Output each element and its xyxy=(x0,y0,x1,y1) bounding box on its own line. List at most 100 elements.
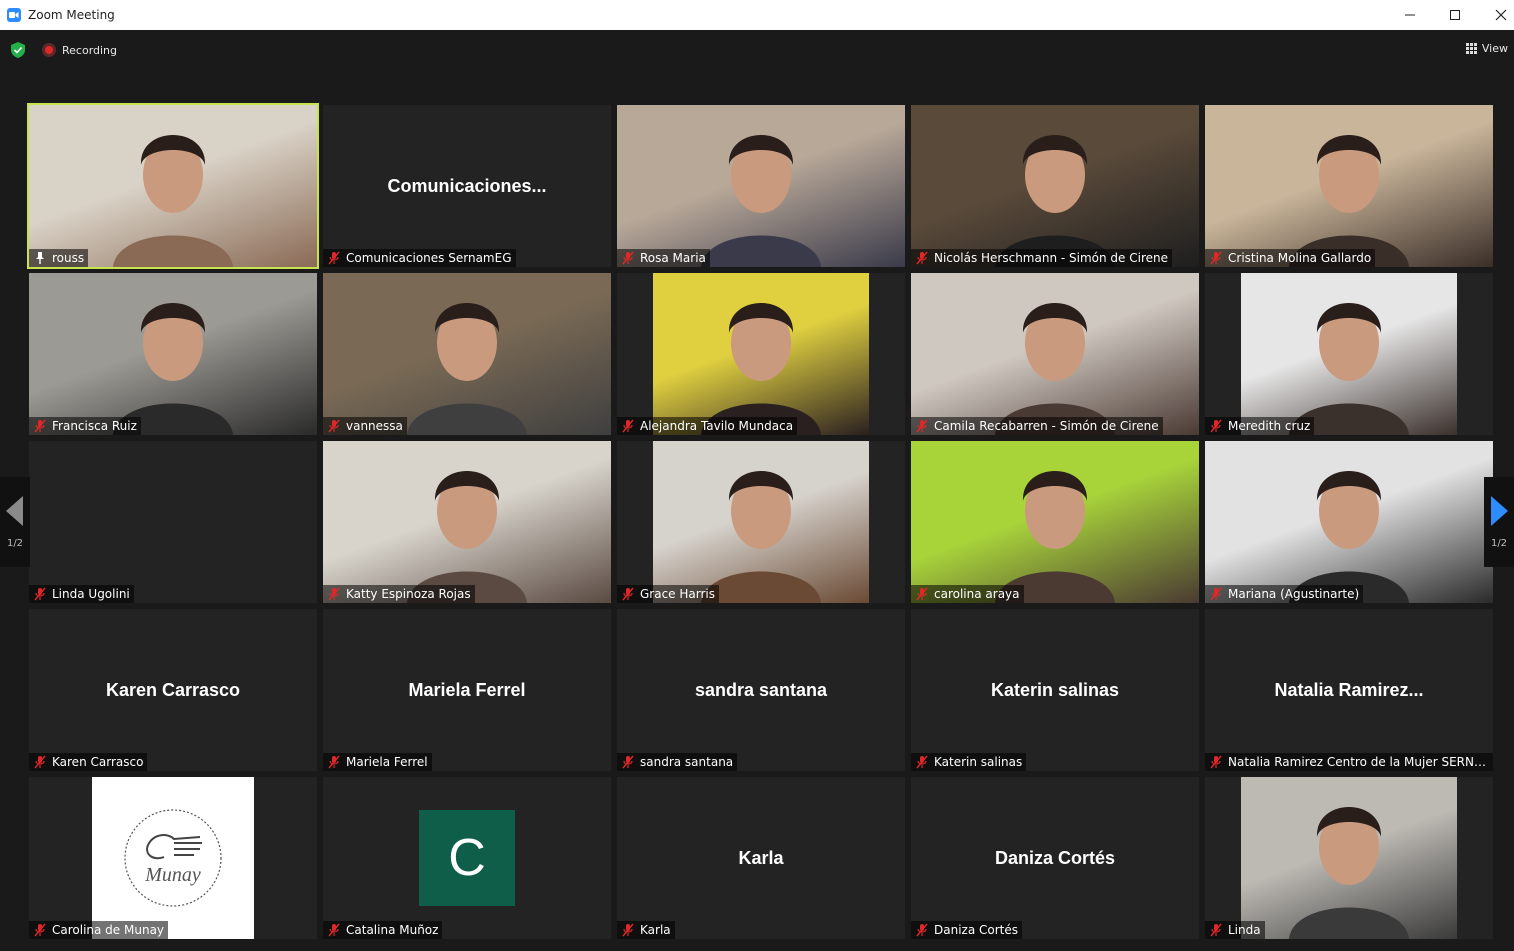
participant-name-tag: Karla xyxy=(617,921,675,939)
recording-icon xyxy=(42,43,56,57)
video-feed xyxy=(911,273,1199,435)
participant-name: Carolina de Munay xyxy=(52,923,165,937)
mic-muted-icon xyxy=(622,251,634,265)
participant-tile[interactable]: Katty Espinoza Rojas xyxy=(323,441,611,603)
chevron-right-icon xyxy=(1491,495,1508,526)
participant-name-tag: Carolina de Munay xyxy=(29,921,169,939)
mic-muted-icon xyxy=(1210,251,1222,265)
participant-tile[interactable]: Comunicaciones... Comunicaciones SernamEG xyxy=(323,105,611,267)
recording-label: Recording xyxy=(62,43,118,57)
participant-name: Natalia Ramirez Centro de la Mujer SERNA… xyxy=(1228,755,1489,769)
mic-muted-icon xyxy=(916,755,928,769)
maximize-button[interactable] xyxy=(1432,0,1478,30)
participant-name: sandra santana xyxy=(640,755,734,769)
participant-tile[interactable]: rouss xyxy=(27,103,319,269)
person-silhouette xyxy=(1289,471,1409,603)
mic-muted-icon xyxy=(1210,419,1222,433)
video-feed xyxy=(617,105,905,267)
participant-name: Camila Recabarren - Simón de Cirene xyxy=(934,419,1159,433)
participant-tile[interactable]: vannessa xyxy=(323,273,611,435)
minimize-button[interactable] xyxy=(1387,0,1433,30)
participant-tile[interactable]: Natalia Ramirez... Natalia Ramirez Centro… xyxy=(1205,609,1493,771)
participant-name-tag: Catalina Muñoz xyxy=(323,921,443,939)
participant-name-tag: Camila Recabarren - Simón de Cirene xyxy=(911,417,1163,435)
participant-tile[interactable]: Cristina Molina Gallardo xyxy=(1205,105,1493,267)
person-silhouette xyxy=(701,471,821,603)
participant-name: Linda xyxy=(1228,923,1261,937)
participant-name-tag: Mariela Ferrel xyxy=(323,753,432,771)
participant-name-tag: Linda xyxy=(1205,921,1265,939)
svg-text:Munay: Munay xyxy=(144,864,201,886)
participant-tile[interactable]: Grace Harris xyxy=(617,441,905,603)
participant-tile[interactable]: Daniza Cortés Daniza Cortés xyxy=(911,777,1199,939)
person-silhouette xyxy=(1289,135,1409,267)
close-icon xyxy=(1495,9,1507,21)
participant-name: Catalina Muñoz xyxy=(346,923,439,937)
mic-muted-icon xyxy=(1210,923,1222,937)
participant-tile[interactable]: Karla Karla xyxy=(617,777,905,939)
participant-tile[interactable]: Linda xyxy=(1205,777,1493,939)
participant-name-tag: Katerin salinas xyxy=(911,753,1027,771)
video-feed xyxy=(1241,777,1457,939)
encryption-shield-icon[interactable] xyxy=(11,42,25,62)
video-feed xyxy=(1241,273,1457,435)
video-feed xyxy=(911,105,1199,267)
participant-tile[interactable]: Meredith cruz xyxy=(1205,273,1493,435)
person-silhouette xyxy=(701,303,821,435)
grid-view-icon xyxy=(1465,43,1477,54)
next-page-button[interactable]: 1/2 xyxy=(1484,477,1514,567)
participant-name: Mariana (Agustinarte) xyxy=(1228,587,1360,601)
participant-tile[interactable]: Camila Recabarren - Simón de Cirene xyxy=(911,273,1199,435)
participant-name: carolina araya xyxy=(934,587,1020,601)
person-silhouette xyxy=(113,135,233,267)
video-feed xyxy=(1205,441,1493,603)
participant-name-tag: Daniza Cortés xyxy=(911,921,1022,939)
person-silhouette xyxy=(407,471,527,603)
participant-display-name: Mariela Ferrel xyxy=(408,679,526,700)
mic-muted-icon xyxy=(328,251,340,265)
participant-tile[interactable]: Nicolás Herschmann - Simón de Cirene xyxy=(911,105,1199,267)
participant-tile[interactable]: Rosa Maria xyxy=(617,105,905,267)
person-silhouette xyxy=(995,135,1115,267)
participant-name-tag: Alejandra Tavilo Mundaca xyxy=(617,417,798,435)
participant-tile[interactable]: Mariela Ferrel Mariela Ferrel xyxy=(323,609,611,771)
participant-name: Karla xyxy=(640,923,671,937)
avatar: C xyxy=(419,810,515,906)
participant-name-tag: Karen Carrasco xyxy=(29,753,148,771)
mic-muted-icon xyxy=(34,755,46,769)
maximize-icon xyxy=(1450,10,1460,20)
video-feed xyxy=(653,273,869,435)
view-label: View xyxy=(1481,42,1508,55)
participant-tile[interactable]: Francisca Ruiz xyxy=(29,273,317,435)
participant-tile[interactable]: Karen Carrasco Karen Carrasco xyxy=(29,609,317,771)
participant-tile[interactable]: Katerin salinas Katerin salinas xyxy=(911,609,1199,771)
participant-tile[interactable]: Munay Carolina de Munay xyxy=(29,777,317,939)
participant-name-tag: sandra santana xyxy=(617,753,738,771)
participant-tile[interactable]: carolina araya xyxy=(911,441,1199,603)
participant-name-tag: Grace Harris xyxy=(617,585,719,603)
mic-muted-icon xyxy=(34,923,46,937)
munay-logo: Munay xyxy=(92,777,254,939)
video-feed xyxy=(323,441,611,603)
participant-tile[interactable]: sandra santana sandra santana xyxy=(617,609,905,771)
participant-name: Meredith cruz xyxy=(1228,419,1311,433)
close-button[interactable] xyxy=(1478,0,1514,30)
participant-name: Rosa Maria xyxy=(640,251,706,265)
person-silhouette xyxy=(701,135,821,267)
participant-tile[interactable]: Mariana (Agustinarte) xyxy=(1205,441,1493,603)
mic-muted-icon xyxy=(1210,755,1222,769)
participant-name-tag: vannessa xyxy=(323,417,407,435)
participant-tile[interactable]: Alejandra Tavilo Mundaca xyxy=(617,273,905,435)
recording-indicator[interactable]: Recording xyxy=(42,43,117,57)
participant-name: Linda Ugolini xyxy=(52,587,130,601)
participant-tile[interactable]: C Catalina Muñoz xyxy=(323,777,611,939)
participant-name-tag: Nicolás Herschmann - Simón de Cirene xyxy=(911,249,1172,267)
view-button[interactable]: View xyxy=(1465,42,1508,55)
person-silhouette xyxy=(1289,807,1409,939)
previous-page-button[interactable]: 1/2 xyxy=(0,477,30,567)
participant-name: Grace Harris xyxy=(640,587,715,601)
video-feed xyxy=(29,273,317,435)
participant-tile[interactable]: Linda Ugolini xyxy=(29,441,317,603)
mic-muted-icon xyxy=(1210,587,1222,601)
participant-name-tag: Rosa Maria xyxy=(617,249,710,267)
